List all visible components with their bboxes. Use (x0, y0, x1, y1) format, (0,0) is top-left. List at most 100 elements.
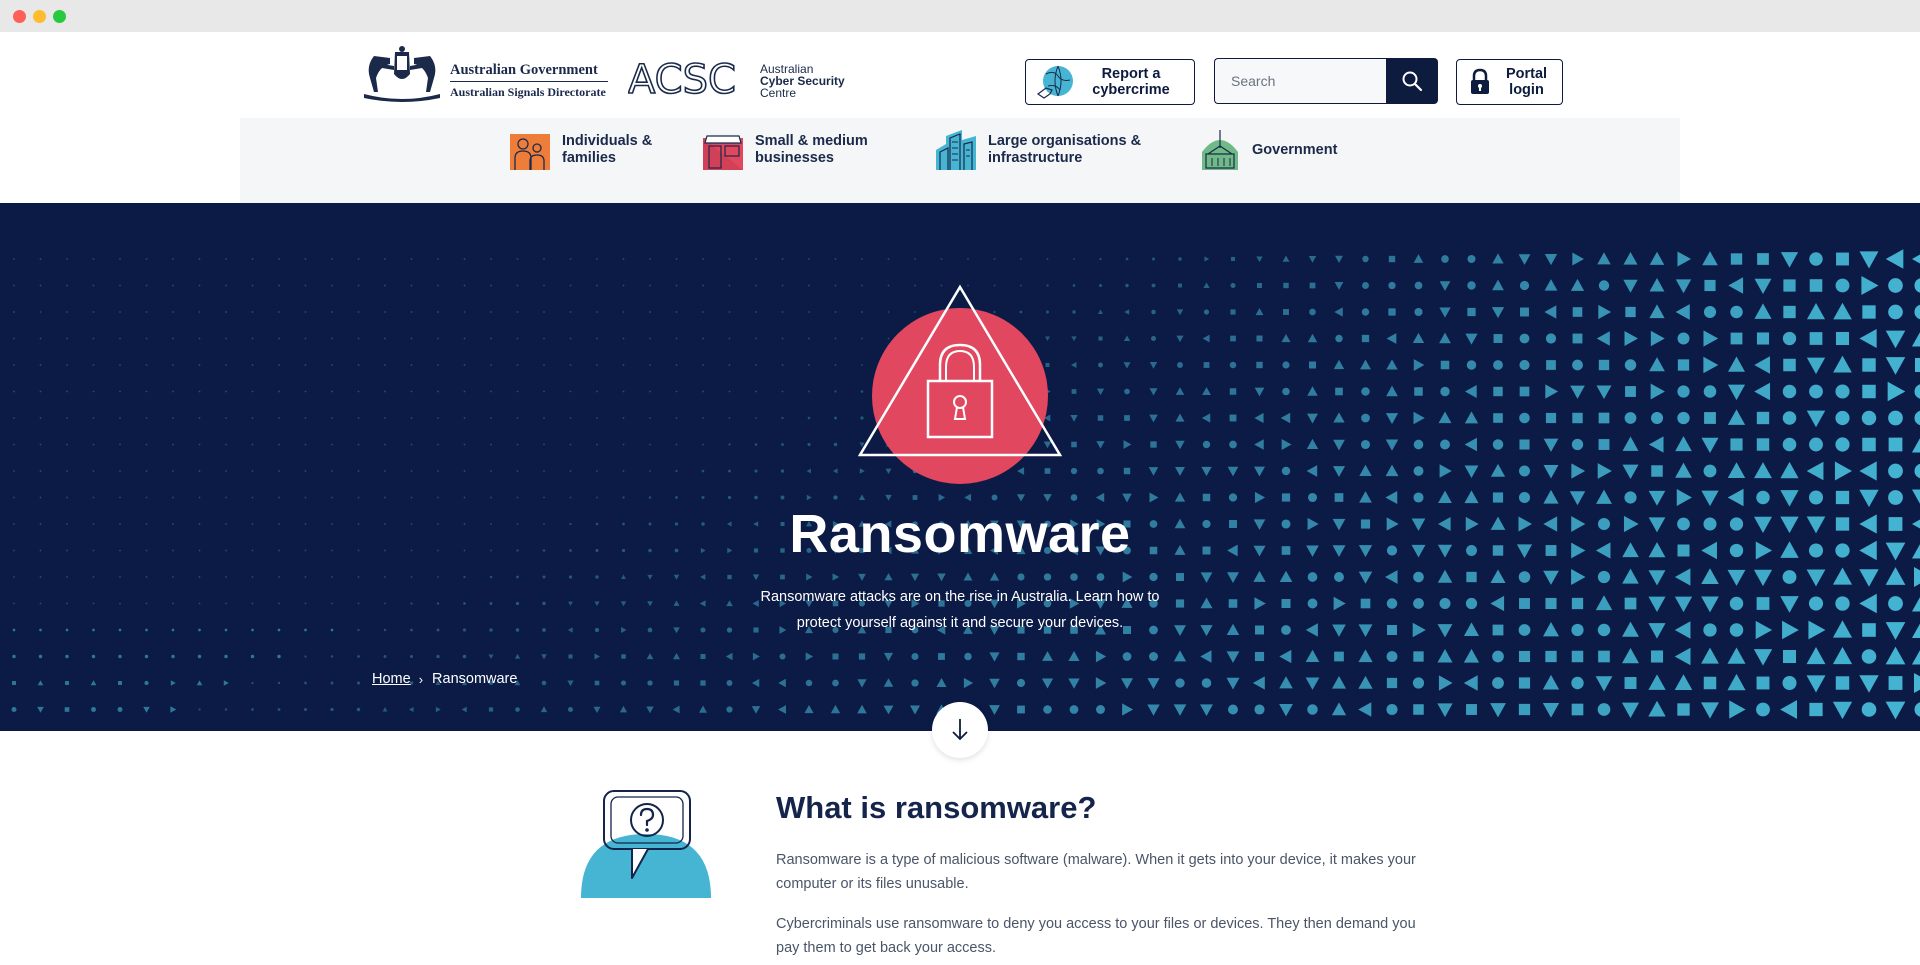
pattern-shape (1490, 703, 1506, 718)
pattern-shape (622, 337, 625, 340)
search-field[interactable] (1214, 58, 1388, 104)
pattern-shape (1862, 384, 1876, 399)
pattern-shape (1226, 677, 1240, 690)
pattern-shape (1782, 620, 1799, 640)
search-input[interactable] (1215, 59, 1388, 103)
pattern-shape (832, 653, 839, 660)
pattern-shape (1754, 356, 1770, 374)
close-window-button[interactable] (13, 10, 26, 23)
pattern-shape (1542, 674, 1560, 690)
acsc-logo[interactable]: ACSC (628, 60, 752, 100)
pattern-shape (1229, 361, 1237, 369)
pattern-shape (1888, 437, 1903, 452)
government-wordmark[interactable]: Australian Government Australian Signals… (450, 62, 608, 99)
pattern-shape (1335, 255, 1343, 263)
pattern-shape (516, 284, 519, 287)
pattern-shape (1307, 492, 1318, 503)
breadcrumb-home-link[interactable]: Home (372, 671, 411, 687)
nav-item-individuals[interactable]: Individuals & families (510, 128, 662, 172)
coat-of-arms-icon[interactable] (360, 44, 444, 104)
pattern-shape (887, 258, 890, 260)
pattern-shape (490, 311, 492, 313)
pattern-shape (1730, 305, 1743, 319)
nav-item-large-organisations[interactable]: Large organisations & infrastructure (936, 128, 1148, 172)
audience-navigation: Individuals & families Small & medium bu… (240, 118, 1680, 203)
pattern-shape (1307, 386, 1318, 396)
pattern-shape (91, 654, 96, 659)
pattern-shape (91, 707, 96, 712)
pattern-shape (92, 337, 95, 340)
pattern-shape (649, 337, 651, 340)
pattern-shape (1175, 467, 1185, 476)
pattern-shape (1914, 384, 1920, 399)
pattern-shape (1727, 647, 1746, 664)
pattern-shape (384, 470, 386, 472)
pattern-shape (1016, 678, 1026, 688)
pattern-shape (1020, 258, 1022, 260)
pattern-shape (1677, 703, 1690, 716)
pattern-shape (754, 443, 758, 446)
pattern-shape (1125, 257, 1129, 261)
report-cybercrime-button[interactable]: Report a cybercrime (1025, 59, 1195, 105)
pattern-shape (251, 258, 254, 260)
pattern-shape (1545, 597, 1557, 610)
family-icon (510, 134, 550, 170)
pattern-shape (781, 416, 784, 420)
pattern-shape (1832, 646, 1853, 665)
pattern-shape (1914, 278, 1920, 293)
pattern-shape (1543, 438, 1559, 452)
pattern-shape (1859, 251, 1879, 269)
scroll-down-button[interactable] (932, 702, 988, 758)
pattern-shape (13, 576, 15, 578)
pattern-shape (1888, 410, 1903, 426)
pattern-shape (1175, 413, 1185, 422)
pattern-shape (1885, 567, 1906, 585)
pattern-shape (1176, 309, 1184, 316)
pattern-shape (1806, 461, 1824, 481)
pattern-shape (596, 364, 598, 366)
pattern-shape (1832, 620, 1853, 638)
pattern-shape (1386, 677, 1398, 689)
pattern-shape (198, 602, 201, 605)
maximize-window-button[interactable] (53, 10, 66, 23)
nav-item-government[interactable]: Government (1200, 128, 1337, 172)
pattern-shape (1464, 465, 1479, 478)
pattern-shape (145, 576, 148, 578)
pattern-shape (728, 284, 731, 287)
pattern-shape (488, 654, 494, 659)
search-button[interactable] (1386, 58, 1438, 104)
pattern-shape (437, 284, 439, 287)
pattern-shape (1835, 410, 1850, 426)
pattern-shape (1173, 650, 1187, 662)
pattern-shape (330, 628, 334, 632)
pattern-shape (39, 576, 42, 578)
pattern-shape (1622, 436, 1639, 451)
pattern-shape (278, 390, 280, 393)
site-header: Australian Government Australian Signals… (0, 32, 1920, 118)
pattern-shape (1782, 570, 1797, 584)
pattern-shape (806, 468, 811, 474)
minimize-window-button[interactable] (33, 10, 46, 23)
acsc-wordmark: Australian Cyber Security Centre (760, 63, 845, 99)
pattern-shape (1729, 700, 1746, 719)
portal-login-button[interactable]: Portal login (1456, 59, 1563, 105)
pattern-shape (489, 575, 493, 579)
pattern-shape (38, 654, 43, 659)
browser-chrome (0, 0, 1920, 32)
nav-item-small-business[interactable]: Small & medium businesses (703, 128, 885, 172)
pattern-shape (1859, 675, 1879, 693)
pattern-shape (726, 627, 733, 633)
pattern-shape (1202, 387, 1211, 396)
pattern-shape (1361, 413, 1370, 423)
pattern-shape (1253, 570, 1266, 582)
pattern-shape (1493, 386, 1503, 397)
pattern-shape (278, 284, 280, 287)
pattern-shape (1806, 647, 1826, 665)
pattern-shape (964, 493, 972, 502)
pattern-shape (410, 284, 413, 287)
pattern-shape (1544, 279, 1558, 291)
pattern-shape (437, 364, 439, 366)
pattern-shape (119, 602, 121, 605)
pattern-shape (858, 494, 866, 500)
pattern-shape (304, 417, 307, 419)
